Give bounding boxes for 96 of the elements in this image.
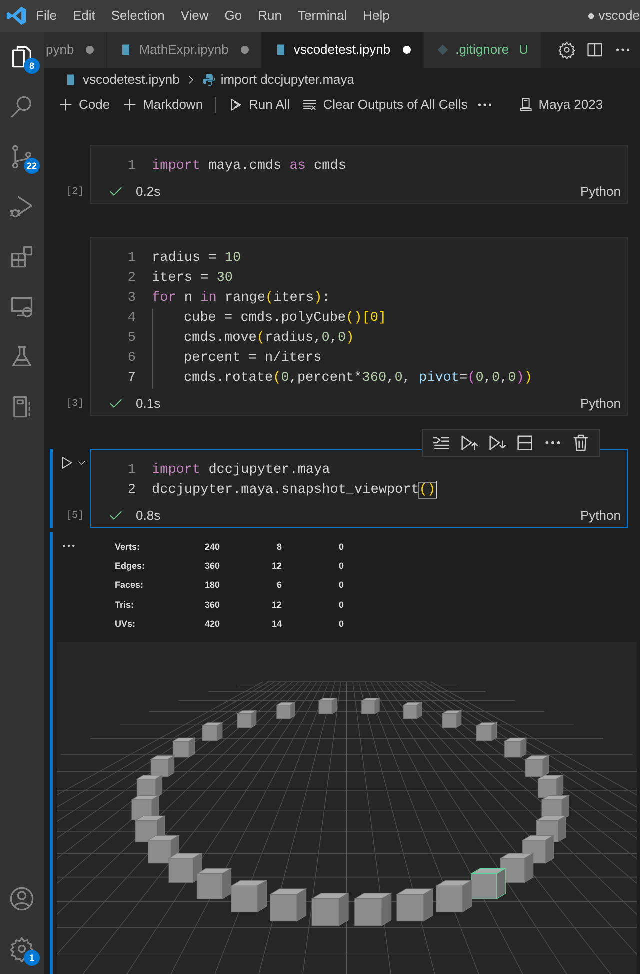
menu-item[interactable]: Terminal (290, 6, 356, 26)
line-number: 6 (126, 350, 136, 368)
execution-count: [5] (66, 510, 84, 524)
menu-item[interactable]: View (172, 6, 217, 26)
stat-cell: 0 (282, 596, 344, 615)
plus-icon (58, 97, 74, 113)
editor-tab[interactable]: .gitignore U (424, 32, 542, 68)
stat-cell-text: 360 (204, 560, 220, 574)
code-cell[interactable]: 1 import maya.cmds as cmds 0.2s Python (90, 145, 628, 204)
editor-tab[interactable]: vscodetest.ipynb (262, 32, 424, 68)
account-icon[interactable] (9, 886, 35, 912)
count-badge: 1 (24, 950, 40, 966)
editor-tab[interactable]: pynb (44, 32, 108, 68)
stat-cell-text: Verts: (115, 541, 142, 554)
line-number: 1 (126, 250, 136, 268)
stat-cell-text: Faces: (115, 579, 145, 592)
execution-time: 0.1s (136, 395, 161, 414)
git-status: U (519, 41, 529, 60)
stat-cell: 12 (220, 596, 282, 615)
text-cursor (436, 480, 437, 498)
stat-cell: 8 (220, 538, 282, 558)
execution-count: [3] (66, 398, 84, 412)
code-line: radius = 10 (152, 250, 242, 268)
modified-dot (240, 46, 249, 54)
stat-cell: 0 (282, 576, 344, 596)
code-line: dccjupyter.maya.snapshot_viewport() (152, 482, 436, 500)
stat-cell: 0 (282, 557, 344, 576)
toolbar-button[interactable]: Clear Outputs of All Cells (298, 95, 472, 115)
stat-cell: 14 (220, 614, 282, 634)
editor-tab[interactable]: MathExpr.ipynb (107, 32, 262, 68)
split-cell-icon[interactable] (515, 433, 535, 453)
breadcrumb-item[interactable]: vscodetest.ipynb (83, 70, 180, 90)
run-below-icon[interactable] (487, 433, 507, 453)
execution-count: [2] (66, 186, 84, 200)
execution-time: 0.8s (136, 507, 161, 526)
kernel-picker[interactable]: Maya 2023 (514, 95, 608, 115)
modified-dot (402, 46, 411, 54)
code-line: for n in range(iters): (152, 290, 330, 308)
language-label[interactable]: Python (580, 182, 621, 202)
run-above-icon[interactable] (459, 433, 479, 453)
server-icon (518, 97, 534, 113)
menu-item[interactable]: Edit (64, 6, 104, 26)
line-number: 7 (126, 370, 136, 388)
code-line: cube = cmds.polyCube()[0] (184, 310, 387, 328)
split-editor-icon[interactable] (586, 41, 604, 59)
plus-icon (122, 97, 138, 113)
menu-item[interactable]: Help (355, 6, 398, 26)
delete-icon[interactable] (571, 433, 591, 453)
code-line: cmds.move(radius,0,0) (184, 330, 354, 348)
toolbar-button[interactable]: Run All (224, 95, 294, 115)
code-line: import dccjupyter.maya (152, 462, 330, 480)
stat-cell-text: 360 (204, 598, 220, 612)
run-debug-icon[interactable] (9, 194, 35, 220)
line-number: 1 (126, 158, 136, 176)
settings-icon[interactable] (9, 936, 35, 962)
line-number: 2 (126, 270, 136, 288)
stat-cell: 0 (282, 614, 344, 634)
stat-cell: 0 (282, 538, 344, 558)
menu-item[interactable]: File (28, 6, 65, 26)
code-line: percent = n/iters (184, 350, 322, 368)
extensions-icon[interactable] (9, 244, 35, 270)
code-cell[interactable]: 1 import dccjupyter.maya 2 dccjupyter.maya.snapshot_viewport() 0.8s Python (90, 449, 628, 528)
window-title: ● vscode (587, 7, 640, 26)
menu-item[interactable]: Go (216, 6, 250, 26)
language-label[interactable]: Python (580, 506, 621, 526)
count-badge: 22 (24, 158, 40, 174)
line-number: 1 (126, 462, 136, 480)
execution-time: 0.2s (136, 183, 161, 202)
toolbar-button[interactable]: Markdown (118, 95, 208, 115)
menu-item[interactable]: Run (250, 6, 290, 26)
code-line: iters = 30 (152, 270, 234, 288)
settings-icon[interactable] (558, 41, 576, 59)
stat-cell: 12 (220, 557, 282, 576)
stat-cell-text: Edges: (115, 560, 146, 574)
language-label[interactable]: Python (580, 394, 621, 414)
diamond-icon (436, 43, 450, 57)
app-logo-icon (6, 5, 28, 27)
stat-cell-text: Tris: (115, 598, 136, 612)
breadcrumb-item[interactable]: import dccjupyter.maya (220, 70, 355, 90)
code-line: import maya.cmds as cmds (152, 158, 346, 176)
stat-cell-text: 240 (204, 541, 220, 554)
code-cell[interactable]: 1 radius = 10 2 iters = 30 3 for n in range(iters): 4 cube = cmds.polyCube()[0] 5 cmds.move(radius,0,0) 6 percent = n/iters 7 cmds.rotate(0,percent*360,0, pivot=(0,0,0)) 0.1s Python (90, 237, 628, 416)
line-number: 4 (126, 310, 136, 328)
stat-cell-text: 180 (204, 579, 220, 592)
menu-item[interactable]: Selection (103, 6, 173, 26)
stat-cell: 6 (220, 576, 282, 596)
line-number: 5 (126, 330, 136, 348)
stat-cell-text: UVs: (115, 618, 137, 631)
line-number: 2 (126, 482, 136, 500)
count-badge: 8 (24, 58, 40, 74)
line-number: 3 (126, 290, 136, 308)
code-line: cmds.rotate(0,percent*360,0, pivot=(0,0,0)) (184, 370, 532, 388)
python-icon (202, 73, 216, 87)
toolbar-button[interactable]: Code (54, 95, 114, 115)
modified-dot (86, 46, 94, 54)
stat-cell-text: 420 (204, 618, 220, 631)
